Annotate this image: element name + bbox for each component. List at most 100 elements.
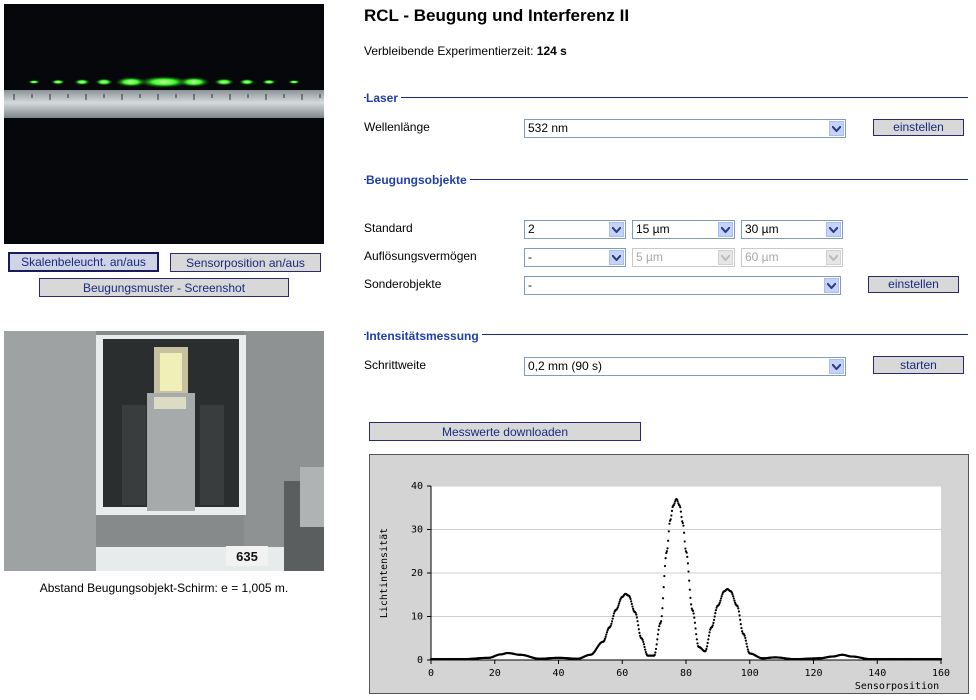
data-point [666,547,669,550]
wavelength-select[interactable]: 532 nm [524,119,846,138]
data-point [605,633,608,636]
data-point [731,593,734,596]
data-point [642,643,646,646]
data-point [714,612,717,615]
chevron-down-icon [609,222,624,237]
resolution-width-select: 5 µm [632,248,735,267]
data-point [695,638,698,641]
standard-count-select[interactable]: 2 [524,220,626,239]
data-point [663,564,667,568]
data-point [732,595,735,598]
data-point [642,640,645,643]
special-objects-select[interactable]: - [524,276,841,295]
standard-width-select[interactable]: 15 µm [632,220,735,239]
data-point [705,645,709,648]
data-point [720,595,723,598]
data-point [670,514,673,517]
data-point [712,621,715,624]
chevron-down-icon [829,121,844,136]
x-tick-label: 0 [428,668,434,679]
data-point [630,600,633,603]
data-point [629,597,632,601]
chart-ylabel: Lichtintensität [379,528,390,618]
data-point [644,650,647,654]
data-point [604,635,607,638]
objects-set-button[interactable]: einstellen [868,276,959,293]
resolution-spacing-select: 60 µm [741,248,843,267]
laser-set-button[interactable]: einstellen [873,119,964,136]
data-point [664,557,667,560]
standard-count-value: 2 [528,222,535,236]
data-point [693,621,697,624]
data-point [682,531,686,534]
data-point [611,617,614,620]
data-point [673,502,676,505]
download-measurements-button[interactable]: Messwerte downloaden [369,422,641,441]
scale-light-toggle-button[interactable]: Skalenbeleucht. an/aus [8,252,159,272]
data-point [663,574,666,578]
x-tick-label: 140 [868,668,886,679]
intensity-chart: 0 10 20 30 40 0 20 40 60 80 100 120 140 160 Sensorpos… [369,454,969,694]
data-point [660,620,663,623]
data-point [610,620,614,623]
data-point [656,633,660,636]
data-point [745,642,748,645]
data-point [711,624,714,627]
data-point [714,609,718,612]
chevron-down-icon [824,278,839,293]
sensor-position-toggle-button[interactable]: Sensorposition an/aus [170,253,321,272]
data-point [679,510,682,513]
data-point [637,624,640,627]
data-point [739,618,742,621]
chevron-down-icon [826,222,841,237]
wavelength-select-value: 532 nm [528,121,569,135]
data-point [661,607,664,610]
data-point [670,509,674,512]
data-point [695,633,698,636]
data-point [712,618,716,621]
data-point [635,616,639,619]
standard-spacing-select[interactable]: 30 µm [741,220,843,239]
data-point [612,614,615,618]
data-point [686,562,690,565]
data-point [692,612,695,615]
data-point [740,626,743,630]
data-point [654,647,658,651]
data-point [718,601,721,604]
chevron-down-icon [718,250,733,265]
data-point [609,624,612,627]
data-point [610,622,613,625]
data-point [737,607,740,610]
data-point [719,599,722,602]
objects-section-title: Beugungsobjekte [366,173,470,187]
data-point [743,634,746,637]
data-point [694,627,697,630]
data-point [732,597,735,600]
data-point [630,602,633,605]
data-point [635,613,638,616]
data-point [657,628,660,631]
measurement-section-title: Intensitätsmessung [366,329,482,343]
resolution-label: Auflösungsvermögen [364,249,477,263]
standard-width-value: 15 µm [636,222,670,236]
data-point [746,648,749,651]
resolution-select[interactable]: - [524,248,626,267]
remaining-time-label: Verbleibende Experimentierzeit: [364,44,534,58]
data-point [680,515,683,519]
data-point [643,645,646,649]
remaining-time-value: 124 s [536,44,567,58]
data-point [656,638,659,641]
data-point [667,539,670,542]
laser-section-line [364,97,968,98]
screenshot-button[interactable]: Beugungsmuster - Screenshot [39,278,289,297]
data-point [707,634,711,637]
data-point [706,641,709,645]
data-point [665,550,668,553]
data-point [682,524,685,527]
distance-caption: Abstand Beugungsobjekt-Schirm: e = 1,005… [39,581,289,595]
data-point [668,522,671,525]
data-point [687,570,690,573]
step-size-select[interactable]: 0,2 mm (90 s) [524,357,846,376]
start-measurement-button[interactable]: starten [873,356,964,374]
data-point [689,596,692,599]
